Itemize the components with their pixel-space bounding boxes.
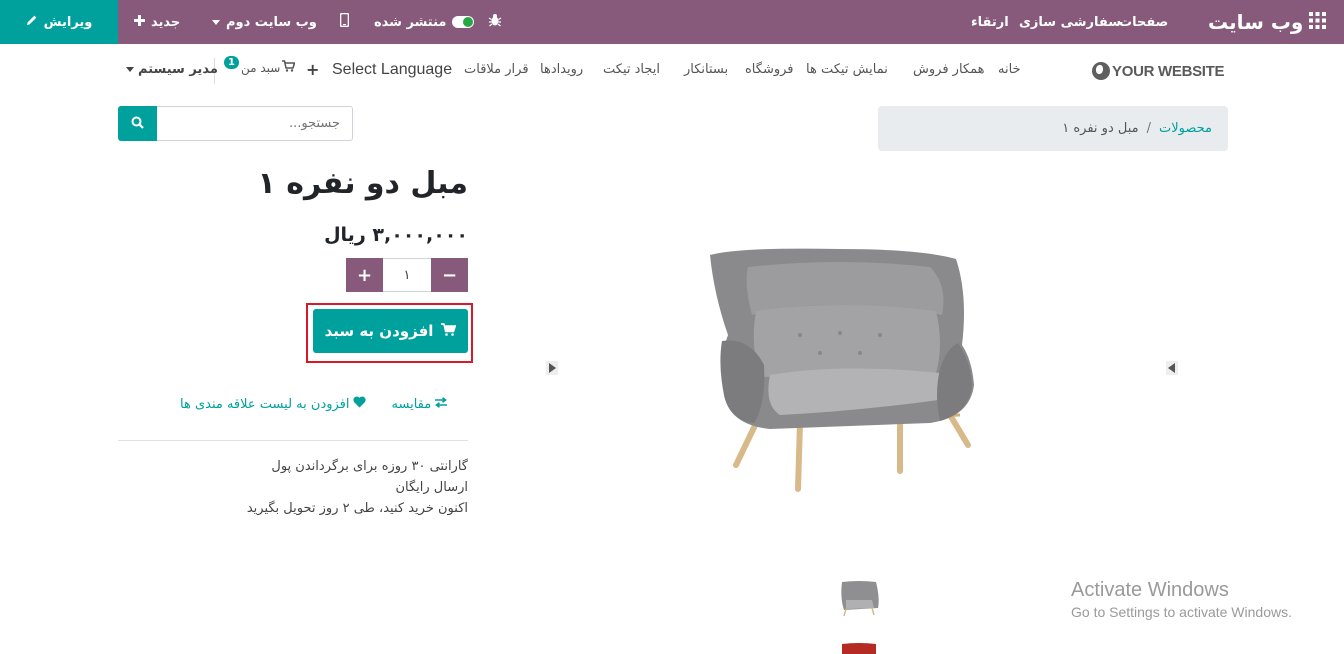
globe-icon — [1092, 62, 1110, 80]
pages-label: صفحات — [1119, 14, 1169, 30]
nav-link-credit[interactable]: بستانکار — [684, 62, 728, 77]
breadcrumb: مبل دو نفره ۱ / محصولات — [878, 106, 1228, 151]
brand-label: وب سایت — [1208, 10, 1304, 34]
product-image[interactable] — [700, 245, 980, 495]
product-thumbnail[interactable] — [836, 578, 882, 618]
watermark-subtitle: Go to Settings to activate Windows. — [1071, 604, 1292, 620]
breadcrumb-products-link[interactable]: محصولات — [1159, 121, 1212, 136]
publish-toggle[interactable]: منتشر شده — [374, 0, 475, 44]
terms-line: ارسال رایگان — [395, 480, 468, 495]
wishlist-label: افزودن به لیست علاقه مندی ها — [180, 396, 350, 412]
quantity-input[interactable]: ۱ — [383, 258, 431, 292]
user-menu-label: مدیر سیستم — [138, 62, 218, 77]
customize-menu[interactable]: سفارشی سازی — [1019, 0, 1121, 44]
debug-button[interactable] — [488, 0, 502, 44]
terms-line: گارانتی ۳۰ روزه برای برگرداندن پول — [271, 459, 468, 474]
search-input[interactable] — [157, 106, 353, 141]
edit-label: ویرایش — [43, 14, 93, 30]
increase-quantity-button[interactable]: + — [346, 258, 383, 292]
compare-label: مقایسه — [391, 396, 432, 412]
add-menu-icon[interactable]: + — [306, 60, 319, 79]
new-label: جدید — [151, 14, 181, 30]
cart-count-badge: 1 — [224, 56, 239, 69]
watermark-title: Activate Windows — [1071, 579, 1229, 601]
terms-line: اکنون خرید کنید، طی ۲ روز تحویل بگیرید — [246, 501, 468, 516]
cart-icon — [441, 322, 457, 340]
pencil-icon — [26, 14, 38, 30]
pages-menu[interactable]: صفحات — [1119, 0, 1168, 44]
product-actions: افزودن به لیست علاقه مندی ها مقایسه — [180, 396, 448, 412]
nav-link-shop[interactable]: فروشگاه — [745, 62, 794, 77]
chevron-down-icon — [126, 67, 134, 72]
mobile-preview-button[interactable] — [339, 0, 350, 44]
site-switcher[interactable]: وب سایت دوم — [212, 0, 317, 44]
search-button[interactable] — [118, 106, 157, 141]
nav-link-create-ticket[interactable]: ایجاد تیکت — [603, 62, 660, 77]
compare-link[interactable]: مقایسه — [392, 397, 449, 412]
site-logo[interactable]: YOUR WEBSITE — [1092, 62, 1225, 80]
new-button[interactable]: جدید — [134, 0, 180, 44]
nav-link-reseller[interactable]: همکار فروش — [913, 62, 984, 77]
logo-text: YOUR WEBSITE — [1112, 62, 1225, 80]
admin-bar: ویرایش جدید وب سایت دوم منتشر شده ارتقاء… — [0, 0, 1344, 44]
website-app-brand[interactable]: وب سایت — [1208, 0, 1327, 44]
divider — [118, 440, 468, 441]
heart-icon — [352, 396, 366, 412]
cart-icon — [282, 60, 296, 75]
carousel-prev-icon[interactable] — [1166, 360, 1178, 375]
add-to-cart-button[interactable]: افزودن به سبد — [313, 309, 468, 353]
add-to-cart-label: افزودن به سبد — [324, 322, 434, 340]
breadcrumb-separator: / — [1146, 121, 1151, 136]
product-price: ۳,۰۰۰,۰۰۰ ریال — [324, 224, 468, 246]
toggle-switch[interactable] — [452, 16, 475, 28]
upgrade-menu[interactable]: ارتقاء — [971, 0, 1009, 44]
product-thumbnail[interactable] — [836, 640, 882, 654]
nav-link-appointment[interactable]: قرار ملاقات — [464, 62, 529, 77]
product-title: مبل دو نفره ۱ — [257, 166, 468, 201]
quantity-stepper: + ۱ − — [346, 258, 468, 292]
upgrade-label: ارتقاء — [971, 14, 1009, 30]
plus-icon — [134, 14, 145, 30]
user-menu[interactable]: مدیر سیستم — [126, 62, 218, 77]
product-terms: گارانتی ۳۰ روزه برای برگرداندن پول ارسال… — [247, 456, 468, 519]
site-switcher-label: وب سایت دوم — [226, 14, 317, 30]
exchange-icon — [434, 396, 448, 412]
published-label: منتشر شده — [374, 14, 447, 30]
activate-windows-watermark: Activate Windows Go to Settings to activ… — [1071, 579, 1292, 620]
customize-label: سفارشی سازی — [1019, 14, 1122, 30]
wishlist-link[interactable]: افزودن به لیست علاقه مندی ها — [180, 396, 366, 412]
chevron-down-icon — [212, 19, 220, 25]
grid-icon — [1309, 10, 1327, 34]
mobile-icon — [339, 12, 350, 31]
breadcrumb-current: مبل دو نفره ۱ — [1062, 121, 1139, 136]
cart-label: سبد من — [240, 60, 281, 75]
nav-link-tickets[interactable]: نمایش تیکت ها — [806, 62, 888, 77]
cart-link[interactable]: 1 سبد من — [224, 56, 296, 75]
nav-link-home[interactable]: خانه — [998, 62, 1021, 77]
search-icon — [131, 114, 144, 133]
decrease-quantity-button[interactable]: − — [431, 258, 468, 292]
carousel-next-icon[interactable] — [546, 360, 558, 375]
select-language[interactable]: Select Language — [332, 61, 452, 79]
bug-icon — [488, 13, 502, 31]
nav-link-events[interactable]: رویدادها — [540, 62, 583, 77]
edit-button[interactable]: ویرایش — [0, 0, 118, 44]
